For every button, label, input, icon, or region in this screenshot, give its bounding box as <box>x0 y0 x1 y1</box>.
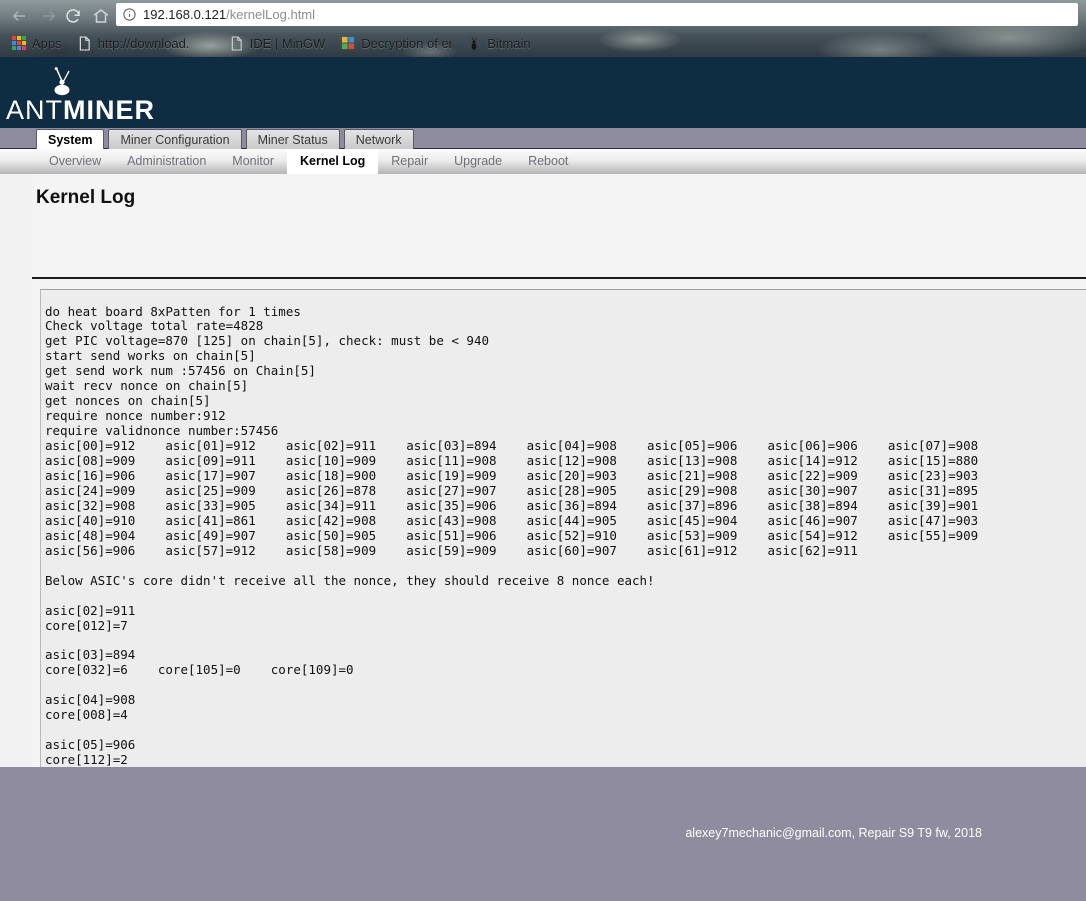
back-button[interactable] <box>4 3 34 29</box>
home-button[interactable] <box>86 3 116 29</box>
title-divider <box>32 277 1086 279</box>
subtab-upgrade[interactable]: Upgrade <box>441 149 515 174</box>
apps-grid-icon <box>12 36 27 51</box>
bookmark-decryption[interactable]: Decryption of enc <box>333 32 459 56</box>
kernel-log-panel[interactable]: do heat board 8xPatten for 1 times Check… <box>40 289 1086 807</box>
ant-icon <box>43 67 83 97</box>
reload-button[interactable] <box>58 3 88 29</box>
main-nav-band: System Miner Configuration Miner Status … <box>0 128 1086 149</box>
subtab-monitor[interactable]: Monitor <box>219 149 287 174</box>
subtab-repair[interactable]: Repair <box>378 149 441 174</box>
address-bar[interactable]: 192.168.0.121/kernelLog.html <box>116 3 1078 26</box>
page-icon <box>230 36 245 51</box>
tab-system[interactable]: System <box>36 129 105 149</box>
page-title: Kernel Log <box>36 187 136 208</box>
page-icon <box>78 36 93 51</box>
bookmark-bitmain[interactable]: Bitmain <box>459 32 538 56</box>
url-host: 192.168.0.121 <box>143 7 227 22</box>
logo-text-bold: MINER <box>63 95 155 125</box>
subtab-kernel-log[interactable]: Kernel Log <box>286 149 379 174</box>
puzzle-icon <box>341 36 356 51</box>
site-footer: alexey7mechanic@gmail.com, Repair S9 T9 … <box>0 767 1086 901</box>
subtab-administration[interactable]: Administration <box>114 149 219 174</box>
footer-credit: alexey7mechanic@gmail.com, Repair S9 T9 … <box>685 826 982 840</box>
info-circle-icon[interactable] <box>122 7 137 22</box>
tab-miner-status[interactable]: Miner Status <box>245 129 340 149</box>
antminer-logo: ANTMINER <box>6 67 226 125</box>
subtab-overview[interactable]: Overview <box>36 149 114 174</box>
sub-nav-band: Overview Administration Monitor Kernel L… <box>0 149 1086 174</box>
tab-network[interactable]: Network <box>343 129 414 149</box>
sub-nav: Overview Administration Monitor Kernel L… <box>36 149 581 174</box>
bitmain-ant-icon <box>467 36 482 51</box>
bookmark-label: Decryption of enc <box>361 36 451 51</box>
browser-chrome: 192.168.0.121/kernelLog.html Apps http:/… <box>0 0 1086 57</box>
bookmark-label: Bitmain <box>487 36 531 51</box>
logo-text-thin: ANT <box>6 95 63 125</box>
logo-wordmark: ANTMINER <box>6 95 155 126</box>
bookmark-label: Apps <box>32 36 62 51</box>
url-path: /kernelLog.html <box>226 7 316 22</box>
bookmark-label: IDE | MinGW <box>249 36 326 51</box>
page-body: ANTMINER System Miner Configuration Mine… <box>0 57 1086 901</box>
site-header: ANTMINER <box>0 57 1086 128</box>
bookmark-ide-mingw[interactable]: IDE | MinGW <box>222 32 334 56</box>
kernel-log-text: do heat board 8xPatten for 1 times Check… <box>45 303 979 768</box>
bookmark-download[interactable]: http://download. <box>70 32 222 56</box>
content-area: Kernel Log do heat board 8xPatten for 1 … <box>32 174 1086 826</box>
bookmarks-bar: Apps http://download. IDE | MinGW Decryp… <box>0 30 1086 57</box>
main-nav: System Miner Configuration Miner Status … <box>36 128 414 149</box>
bookmark-apps[interactable]: Apps <box>4 32 70 56</box>
bookmark-label: http://download. <box>97 36 190 51</box>
tab-miner-configuration[interactable]: Miner Configuration <box>108 129 242 149</box>
subtab-reboot[interactable]: Reboot <box>515 149 581 174</box>
